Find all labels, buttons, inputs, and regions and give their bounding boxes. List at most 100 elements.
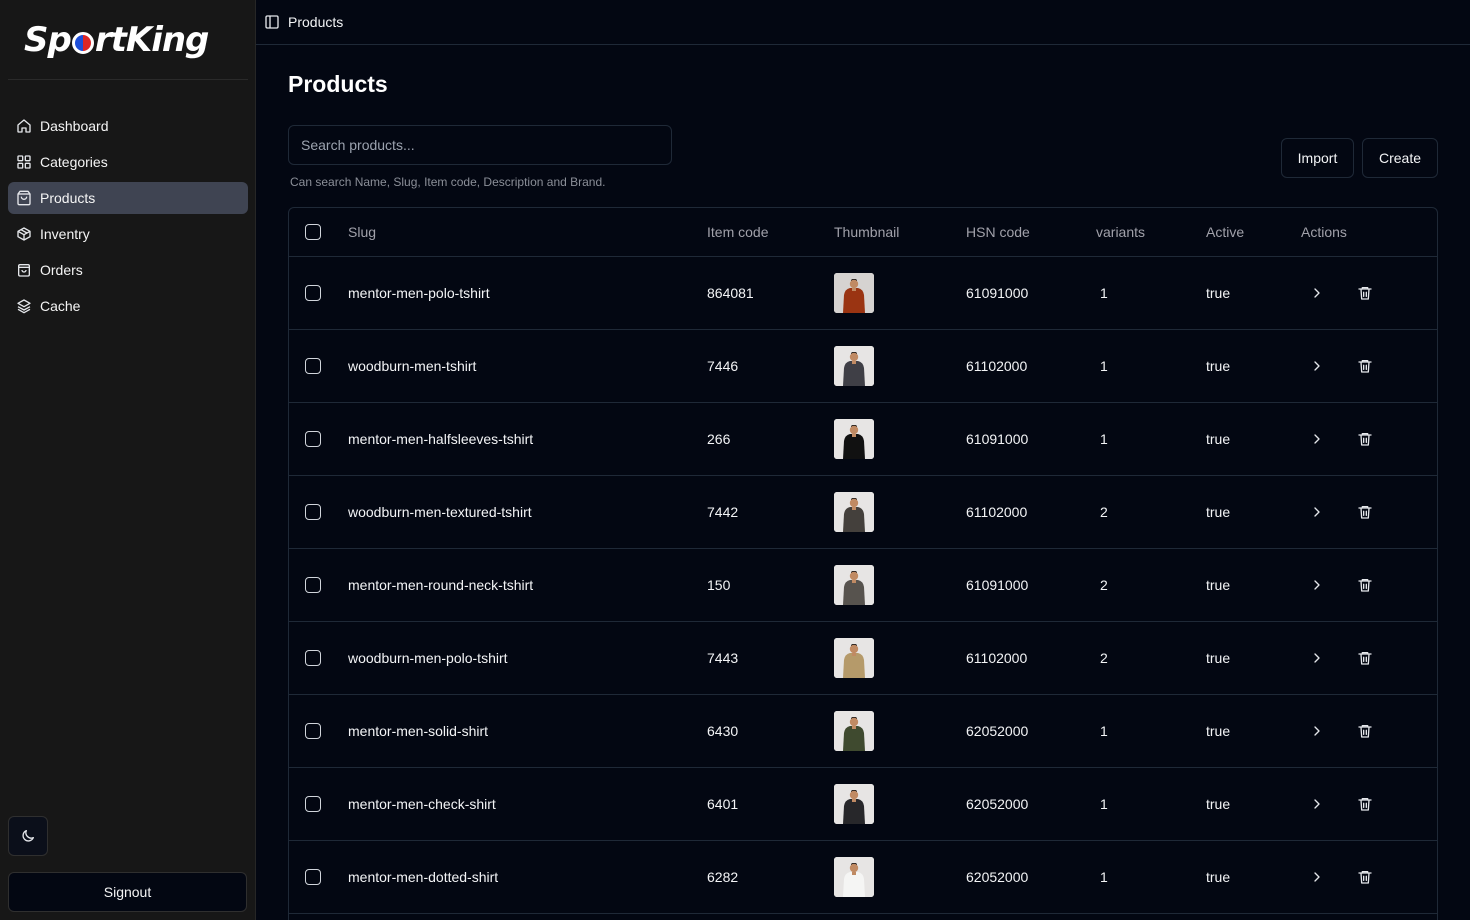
theme-toggle-button[interactable] — [8, 816, 48, 856]
signout-button[interactable]: Signout — [8, 872, 247, 912]
logo-area: Sp rtKing — [8, 0, 248, 80]
column-header-item-code[interactable]: Item code — [707, 224, 768, 240]
row-checkbox[interactable] — [305, 504, 321, 520]
sidebar-item-dashboard[interactable]: Dashboard — [8, 110, 248, 142]
cell-slug: mentor-men-halfsleeves-tshirt — [348, 431, 534, 447]
row-checkbox[interactable] — [305, 796, 321, 812]
open-product-button[interactable] — [1307, 867, 1327, 887]
shopping-bag-icon — [17, 190, 31, 206]
open-product-button[interactable] — [1307, 648, 1327, 668]
logo-text-start: Sp — [24, 20, 72, 60]
delete-product-button[interactable] — [1355, 429, 1375, 449]
column-header-variants[interactable]: variants — [1096, 224, 1145, 240]
delete-product-button[interactable] — [1355, 283, 1375, 303]
trash-icon — [1358, 725, 1372, 738]
cell-variants: 2 — [1100, 577, 1108, 593]
sidebar-item-orders[interactable]: Orders — [8, 254, 248, 286]
product-photo-icon — [834, 638, 874, 678]
cell-hsn-code: 62052000 — [966, 723, 1029, 739]
table-row[interactable]: mentor-men-round-neck-tshirt 150 61091000 2… — [289, 549, 1437, 622]
cell-hsn-code: 62052000 — [966, 869, 1029, 885]
page-title: Products — [288, 71, 388, 97]
cell-variants: 1 — [1100, 796, 1108, 812]
row-checkbox[interactable] — [305, 285, 321, 301]
trash-icon — [1358, 798, 1372, 811]
product-photo-icon — [834, 565, 874, 605]
product-thumbnail[interactable] — [834, 857, 874, 897]
table-row[interactable]: mentor-men-solid-shirt 6430 62052000 1 true — [289, 695, 1437, 768]
table-row[interactable]: woodburn-men-tshirt 7446 61102000 1 true — [289, 330, 1437, 403]
search-input[interactable] — [288, 125, 672, 165]
product-thumbnail[interactable] — [834, 711, 874, 751]
cell-item-code: 864081 — [707, 285, 754, 301]
cell-item-code: 6401 — [707, 796, 739, 812]
open-product-button[interactable] — [1307, 721, 1327, 741]
sidebar-item-label: Categories — [40, 154, 108, 170]
brand-logo[interactable]: Sp rtKing — [24, 18, 209, 62]
table-row[interactable]: mentor-men-check-shirt 6401 62052000 1 true — [289, 768, 1437, 841]
cell-active: true — [1206, 723, 1231, 739]
sidebar-item-label: Cache — [40, 298, 81, 314]
table-row[interactable]: mentor-men-dotted-shirt 6282 62052000 1 true — [289, 841, 1437, 914]
table-row[interactable]: woodburn-men-textured-tshirt 7442 61102000… — [289, 476, 1437, 549]
cell-hsn-code: 61091000 — [966, 285, 1029, 301]
row-checkbox[interactable] — [305, 869, 321, 885]
column-header-active[interactable]: Active — [1206, 224, 1244, 240]
delete-product-button[interactable] — [1355, 721, 1375, 741]
table-row[interactable]: mentor-men-polo-tshirt 864081 61091000 1 tru… — [289, 257, 1437, 330]
select-all-checkbox[interactable] — [305, 224, 321, 240]
product-thumbnail[interactable] — [834, 638, 874, 678]
column-header-hsn-code[interactable]: HSN code — [966, 224, 1030, 240]
delete-product-button[interactable] — [1355, 356, 1375, 376]
product-thumbnail[interactable] — [834, 492, 874, 532]
cell-variants: 1 — [1100, 285, 1108, 301]
sidebar-item-products[interactable]: Products — [8, 182, 248, 214]
product-photo-icon — [834, 419, 874, 459]
logo-ball-icon — [71, 32, 94, 54]
delete-product-button[interactable] — [1355, 794, 1375, 814]
row-checkbox[interactable] — [305, 358, 321, 374]
product-thumbnail[interactable] — [834, 346, 874, 386]
layers-icon — [17, 299, 31, 314]
open-product-button[interactable] — [1307, 502, 1327, 522]
open-product-button[interactable] — [1307, 356, 1327, 376]
delete-product-button[interactable] — [1355, 502, 1375, 522]
import-button[interactable]: Import — [1281, 138, 1354, 178]
sidebar-item-categories[interactable]: Categories — [8, 146, 248, 178]
product-thumbnail[interactable] — [834, 565, 874, 605]
delete-product-button[interactable] — [1355, 575, 1375, 595]
cell-hsn-code: 61102000 — [966, 504, 1028, 520]
cell-slug: woodburn-men-textured-tshirt — [348, 504, 532, 520]
cell-active: true — [1206, 504, 1231, 520]
cell-item-code: 150 — [707, 577, 731, 593]
product-thumbnail[interactable] — [834, 273, 874, 313]
cell-variants: 2 — [1100, 650, 1108, 666]
cell-item-code: 7443 — [707, 650, 739, 666]
delete-product-button[interactable] — [1355, 867, 1375, 887]
open-product-button[interactable] — [1307, 794, 1327, 814]
trash-icon — [1358, 360, 1372, 373]
product-thumbnail[interactable] — [834, 784, 874, 824]
product-thumbnail[interactable] — [834, 419, 874, 459]
orders-bag-icon — [18, 264, 30, 277]
open-product-button[interactable] — [1307, 429, 1327, 449]
column-header-slug[interactable]: Slug — [348, 224, 376, 240]
sidebar-item-cache[interactable]: Cache — [8, 290, 248, 322]
row-checkbox[interactable] — [305, 577, 321, 593]
row-checkbox[interactable] — [305, 650, 321, 666]
create-button[interactable]: Create — [1362, 138, 1438, 178]
table-row[interactable]: woodburn-men-polo-tshirt 7443 61102000 2 tru… — [289, 622, 1437, 695]
delete-product-button[interactable] — [1355, 648, 1375, 668]
open-product-button[interactable] — [1307, 283, 1327, 303]
table-row[interactable]: mentor-men-halfsleeves-tshirt 266 61091000… — [289, 403, 1437, 476]
row-checkbox[interactable] — [305, 723, 321, 739]
cell-active: true — [1206, 431, 1231, 447]
sidebar-item-label: Dashboard — [40, 118, 109, 134]
sidebar-item-inventry[interactable]: Inventry — [8, 218, 248, 250]
sidebar-toggle-icon — [265, 15, 279, 29]
cell-slug: mentor-men-check-shirt — [348, 796, 496, 812]
cell-item-code: 7446 — [707, 358, 739, 374]
row-checkbox[interactable] — [305, 431, 321, 447]
open-product-button[interactable] — [1307, 575, 1327, 595]
sidebar-toggle-button[interactable] — [264, 14, 280, 30]
